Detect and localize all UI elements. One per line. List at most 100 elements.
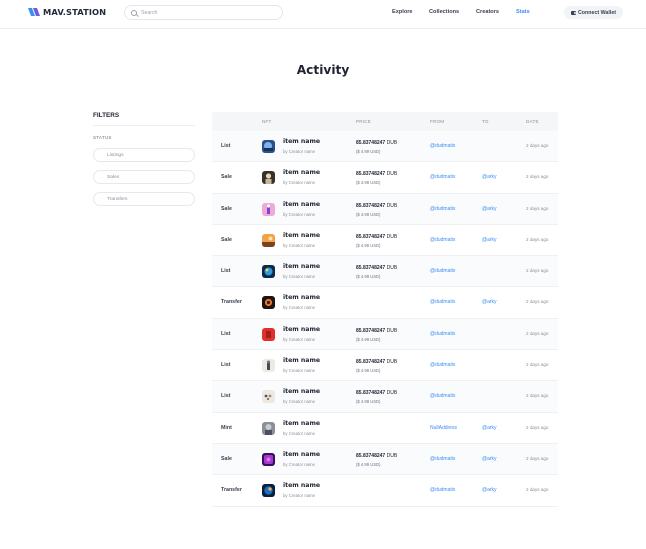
event-type: Transfer (221, 487, 242, 494)
event-type: Sale (221, 174, 232, 181)
activity-date: 2 days ago (526, 393, 549, 399)
item-name[interactable]: item name (283, 201, 320, 208)
table-header: NFT PRICE FROM TO DATE (212, 112, 558, 131)
table-row[interactable]: Sale item name by Creator name 85.83748247 … (212, 225, 558, 257)
price-currency: DUB (386, 265, 398, 272)
to-link[interactable]: @arky (482, 174, 497, 180)
to-link[interactable]: @arky (482, 456, 497, 462)
nav-collections[interactable]: Collections (429, 9, 459, 15)
item-name[interactable]: item name (283, 232, 320, 239)
price-currency: DUB (386, 233, 398, 240)
table-row[interactable]: Transfer item name by Creator name @dudmati… (212, 287, 558, 319)
filter-transfers[interactable]: Transfers (93, 192, 195, 206)
price-usd: ($ 4.99 USD) (356, 461, 381, 467)
nft-thumbnail[interactable] (262, 233, 275, 247)
nft-thumbnail[interactable] (262, 265, 275, 279)
price-currency: DUB (386, 359, 398, 366)
top-header: MAV.STATION Explore Collections Creators… (0, 0, 646, 29)
event-type: List (221, 268, 231, 275)
price-value: 85.83748247 (356, 202, 386, 209)
nft-thumbnail[interactable] (262, 359, 275, 373)
price-usd: ($ 4.99 USD) (356, 274, 381, 280)
event-type: List (221, 362, 231, 369)
nft-thumbnail[interactable] (262, 296, 275, 310)
search-input[interactable] (141, 9, 271, 16)
table-row[interactable]: Sale item name by Creator name 85.83748247 … (212, 162, 558, 194)
price-value: 85.83748247 (356, 265, 386, 272)
nav-explore[interactable]: Explore (392, 9, 413, 15)
to-link[interactable]: @arky (482, 487, 497, 493)
nft-thumbnail[interactable] (262, 484, 275, 498)
from-link[interactable]: @dudmatix (430, 393, 455, 399)
event-type: Mint (221, 424, 232, 431)
nft-thumbnail[interactable] (262, 171, 275, 185)
nft-thumbnail[interactable] (262, 421, 275, 435)
search-bar[interactable] (124, 5, 283, 20)
nft-thumbnail[interactable] (262, 202, 275, 216)
price-currency: DUB (386, 452, 398, 459)
from-link[interactable]: @dudmatix (430, 206, 455, 212)
filter-listings[interactable]: Listings (93, 148, 195, 162)
activity-date: 2 days ago (526, 236, 549, 242)
item-creator: by Creator name (283, 399, 316, 405)
to-link[interactable]: @arky (482, 206, 497, 212)
nft-thumbnail[interactable] (262, 327, 275, 341)
price-amount: 85.83748247 DUB (356, 390, 397, 396)
price-amount: 85.83748247 DUB (356, 203, 397, 209)
event-type: List (221, 330, 231, 337)
item-name[interactable]: item name (283, 451, 320, 458)
from-link[interactable]: @dudmatix (430, 237, 455, 243)
to-link[interactable]: @arky (482, 237, 497, 243)
item-name[interactable]: item name (283, 326, 320, 333)
from-link[interactable]: @dudmatix (430, 331, 455, 337)
table-row[interactable]: List item name by Creator name 85.83748247 … (212, 350, 558, 382)
table-row[interactable]: List item name by Creator name 85.83748247 … (212, 131, 558, 163)
item-name[interactable]: item name (283, 482, 320, 489)
from-link[interactable]: @dudmatix (430, 362, 455, 368)
item-name[interactable]: item name (283, 357, 320, 364)
table-row[interactable]: Transfer item name by Creator name @dudmati… (212, 475, 558, 507)
table-row[interactable]: List item name by Creator name 85.83748247 … (212, 318, 558, 351)
nft-thumbnail[interactable] (262, 452, 275, 466)
filters-heading: FILTERS (93, 112, 120, 119)
table-row[interactable]: Mint item name by Creator name NullAddress @… (212, 413, 558, 444)
item-name[interactable]: item name (283, 263, 320, 270)
from-link[interactable]: @dudmatix (430, 143, 455, 149)
column-nft: NFT (262, 119, 272, 124)
item-name[interactable]: item name (283, 169, 320, 176)
price-value: 85.83748247 (356, 171, 386, 178)
nav-stats[interactable]: Stats (516, 9, 530, 15)
from-link[interactable]: @dudmatix (430, 268, 455, 274)
to-link[interactable]: @arky (482, 425, 497, 431)
price-usd: ($ 4.99 USD) (356, 368, 381, 374)
price-value: 85.83748247 (356, 233, 386, 240)
price-currency: DUB (386, 202, 398, 209)
from-link[interactable]: @dudmatix (430, 456, 455, 462)
item-name[interactable]: item name (283, 388, 320, 395)
activity-date: 2 days ago (526, 487, 549, 493)
logo[interactable]: MAV.STATION (28, 7, 106, 17)
filter-sales[interactable]: Sales (93, 170, 195, 184)
table-row[interactable]: List item name by Creator name 85.83748247 … (212, 381, 558, 413)
nft-thumbnail[interactable] (262, 140, 275, 153)
from-link[interactable]: @dudmatix (430, 299, 455, 305)
from-link[interactable]: @dudmatix (430, 174, 455, 180)
price-amount: 85.83748247 DUB (356, 140, 397, 146)
table-row[interactable]: List item name by Creator name 85.83748247 … (212, 256, 558, 288)
event-type: Sale (221, 455, 232, 462)
from-link[interactable]: NullAddress (430, 425, 457, 431)
to-link[interactable]: @arky (482, 299, 497, 305)
table-row[interactable]: Sale item name by Creator name 85.83748247 … (212, 193, 558, 225)
nav-creators[interactable]: Creators (476, 9, 499, 15)
nft-thumbnail[interactable] (262, 390, 275, 404)
from-link[interactable]: @dudmatix (430, 487, 455, 493)
wallet-icon (570, 10, 576, 15)
table-row[interactable]: Sale item name by Creator name 85.83748247 … (212, 443, 558, 476)
item-name[interactable]: item name (283, 420, 320, 427)
filters-divider (93, 125, 195, 126)
connect-wallet-button[interactable]: Connect Wallet (564, 6, 623, 19)
item-name[interactable]: item name (283, 294, 320, 301)
item-name[interactable]: item name (283, 138, 320, 145)
page-title: Activity (296, 63, 350, 77)
logo-icon (28, 8, 40, 16)
